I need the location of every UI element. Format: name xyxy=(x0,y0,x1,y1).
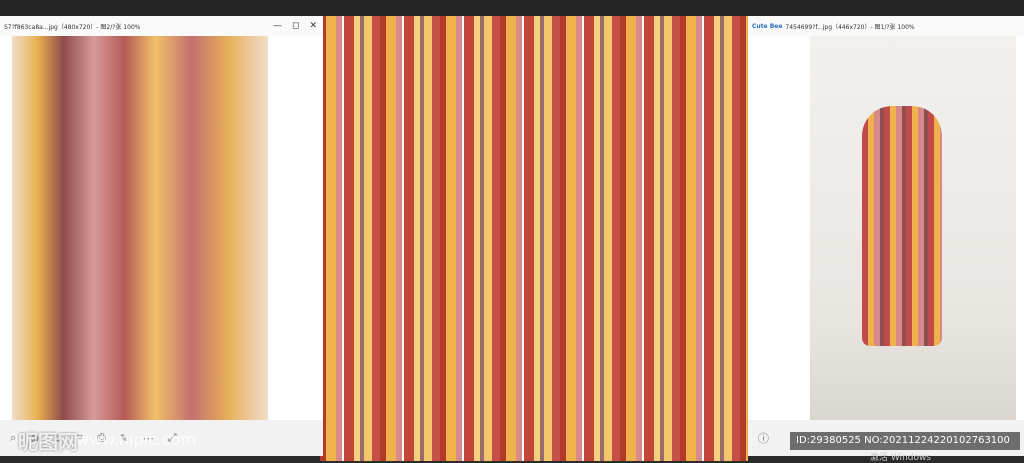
nipic-url: www.nipic.com xyxy=(76,430,197,449)
right-window-titlebar[interactable]: Cute Bee 7454699?f...jpg（446x720）- 图1/?张… xyxy=(748,16,1024,36)
activate-windows-text: 激活 Windows xyxy=(870,453,932,463)
right-window-title: 7454699?f...jpg（446x720）- 图1/?张 100% xyxy=(785,23,915,31)
maximize-icon[interactable]: ◻ xyxy=(292,21,299,31)
model-full-photo xyxy=(810,36,1016,436)
search-icon[interactable]: ⌕ xyxy=(10,431,16,445)
id-watermark: ID:29380525 NO:20211224220102763100 xyxy=(790,432,1020,450)
left-window-title: S7?f863ca8a...jpg（480x720）- 图2/?张 100% xyxy=(4,23,141,31)
close-icon[interactable]: ✕ xyxy=(309,21,317,31)
left-window-titlebar[interactable]: S7?f863ca8a...jpg（480x720）- 图2/?张 100% —… xyxy=(0,16,323,36)
left-image-viewer-window[interactable]: S7?f863ca8a...jpg（480x720）- 图2/?张 100% —… xyxy=(0,16,323,456)
minimize-icon[interactable]: — xyxy=(273,21,282,31)
dress-shape xyxy=(862,106,942,346)
nipic-logo: 昵图网 xyxy=(18,430,78,454)
cute-bee-badge: Cute Bee xyxy=(752,22,783,30)
right-image-viewer-window[interactable]: Cute Bee 7454699?f...jpg（446x720）- 图1/?张… xyxy=(748,16,1024,456)
pattern-image xyxy=(320,16,748,461)
top-bar xyxy=(0,0,1024,16)
dress-closeup-photo xyxy=(12,36,268,436)
info-icon[interactable]: ⓘ xyxy=(758,430,769,446)
